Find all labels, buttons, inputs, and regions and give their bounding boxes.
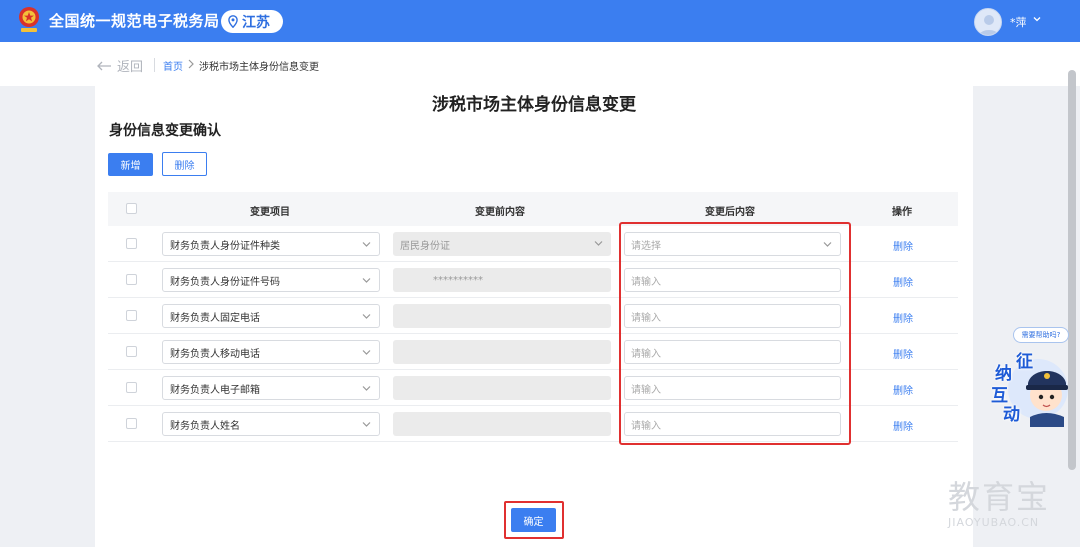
arrow-left-icon bbox=[97, 61, 111, 70]
add-button[interactable]: 新增 bbox=[108, 153, 153, 176]
chevron-down-icon bbox=[362, 278, 371, 283]
change-item-value: 财务负责人移动电话 bbox=[170, 348, 260, 360]
before-value-field: ********** bbox=[393, 268, 611, 292]
row-checkbox[interactable] bbox=[126, 238, 137, 249]
change-item-select[interactable]: 财务负责人身份证件号码 bbox=[162, 268, 380, 292]
table-header: 变更项目 变更前内容 变更后内容 操作 bbox=[108, 192, 958, 226]
location-pin-icon bbox=[228, 15, 238, 28]
page-title: 涉税市场主体身份信息变更 bbox=[432, 95, 636, 115]
region-label: 江苏 bbox=[242, 14, 270, 31]
divider bbox=[154, 58, 155, 72]
row-checkbox[interactable] bbox=[126, 382, 137, 393]
column-header-before: 变更前内容 bbox=[475, 207, 525, 218]
top-header: 全国统一规范电子税务局 江苏 *萍 bbox=[0, 0, 1080, 42]
select-all-checkbox[interactable] bbox=[126, 203, 137, 214]
column-header-item: 变更项目 bbox=[250, 207, 290, 218]
row-delete-link[interactable]: 删除 bbox=[893, 418, 913, 433]
chevron-down-icon bbox=[362, 242, 371, 247]
chevron-right-icon bbox=[188, 59, 194, 69]
row-delete-link[interactable]: 删除 bbox=[893, 274, 913, 289]
app-title: 全国统一规范电子税务局 bbox=[49, 12, 220, 30]
before-value-field bbox=[393, 340, 611, 364]
back-label: 返回 bbox=[117, 60, 144, 75]
row-delete-link[interactable]: 删除 bbox=[893, 310, 913, 325]
before-value-select: 居民身份证 bbox=[393, 232, 611, 256]
row-checkbox[interactable] bbox=[126, 310, 137, 321]
row-checkbox[interactable] bbox=[126, 274, 137, 285]
column-header-action: 操作 bbox=[892, 207, 912, 218]
chevron-down-icon[interactable] bbox=[1032, 14, 1042, 24]
before-value-field bbox=[393, 412, 611, 436]
tax-emblem-icon bbox=[19, 7, 39, 32]
user-avatar-icon bbox=[979, 15, 999, 35]
chevron-down-icon bbox=[362, 314, 371, 319]
change-item-select[interactable]: 财务负责人姓名 bbox=[162, 412, 380, 436]
row-delete-link[interactable]: 删除 bbox=[893, 238, 913, 253]
chevron-down-icon bbox=[362, 350, 371, 355]
watermark: 教育宝 JIAOYUBAO.CN bbox=[948, 472, 1050, 529]
back-button[interactable]: 返回 bbox=[96, 56, 143, 75]
user-name[interactable]: *萍 bbox=[1010, 14, 1027, 30]
row-delete-link[interactable]: 删除 bbox=[893, 346, 913, 361]
row-delete-link[interactable]: 删除 bbox=[893, 382, 913, 397]
breadcrumb-home-link[interactable]: 首页 bbox=[163, 58, 183, 73]
assistant-char: 动 bbox=[1003, 405, 1020, 425]
change-item-value: 财务负责人身份证件种类 bbox=[170, 240, 280, 252]
change-item-select[interactable]: 财务负责人身份证件种类 bbox=[162, 232, 380, 256]
avatar[interactable] bbox=[974, 8, 1002, 36]
row-checkbox[interactable] bbox=[126, 418, 137, 429]
before-value-field bbox=[393, 376, 611, 400]
assistant-widget[interactable]: 征 纳 互 动 bbox=[988, 345, 1072, 427]
chevron-down-icon bbox=[362, 422, 371, 427]
delete-selected-button[interactable]: 删除 bbox=[162, 152, 207, 176]
breadcrumb-current: 涉税市场主体身份信息变更 bbox=[199, 62, 319, 73]
change-item-select[interactable]: 财务负责人移动电话 bbox=[162, 340, 380, 364]
after-column-highlight bbox=[619, 222, 851, 445]
help-bubble[interactable]: 需要帮助吗? bbox=[1013, 327, 1069, 343]
section-title: 身份信息变更确认 bbox=[109, 123, 221, 139]
before-value: 居民身份证 bbox=[400, 240, 450, 252]
change-item-select[interactable]: 财务负责人固定电话 bbox=[162, 304, 380, 328]
region-selector[interactable]: 江苏 bbox=[221, 10, 283, 33]
confirm-button[interactable]: 确定 bbox=[511, 508, 556, 532]
breadcrumb-bar: 返回 首页 涉税市场主体身份信息变更 bbox=[0, 42, 1080, 86]
change-item-value: 财务负责人电子邮箱 bbox=[170, 384, 260, 396]
before-value: ********** bbox=[433, 274, 483, 286]
change-item-value: 财务负责人姓名 bbox=[170, 420, 240, 432]
column-header-after: 变更后内容 bbox=[705, 207, 755, 218]
watermark-sub: JIAOYUBAO.CN bbox=[948, 516, 1040, 529]
change-item-value: 财务负责人身份证件号码 bbox=[170, 276, 280, 288]
change-item-select[interactable]: 财务负责人电子邮箱 bbox=[162, 376, 380, 400]
chevron-down-icon bbox=[362, 386, 371, 391]
before-value-field bbox=[393, 304, 611, 328]
chevron-down-icon bbox=[594, 241, 603, 246]
assistant-char: 征 bbox=[1016, 352, 1033, 372]
row-checkbox[interactable] bbox=[126, 346, 137, 357]
change-item-value: 财务负责人固定电话 bbox=[170, 312, 260, 324]
watermark-main: 教育宝 bbox=[948, 478, 1051, 516]
